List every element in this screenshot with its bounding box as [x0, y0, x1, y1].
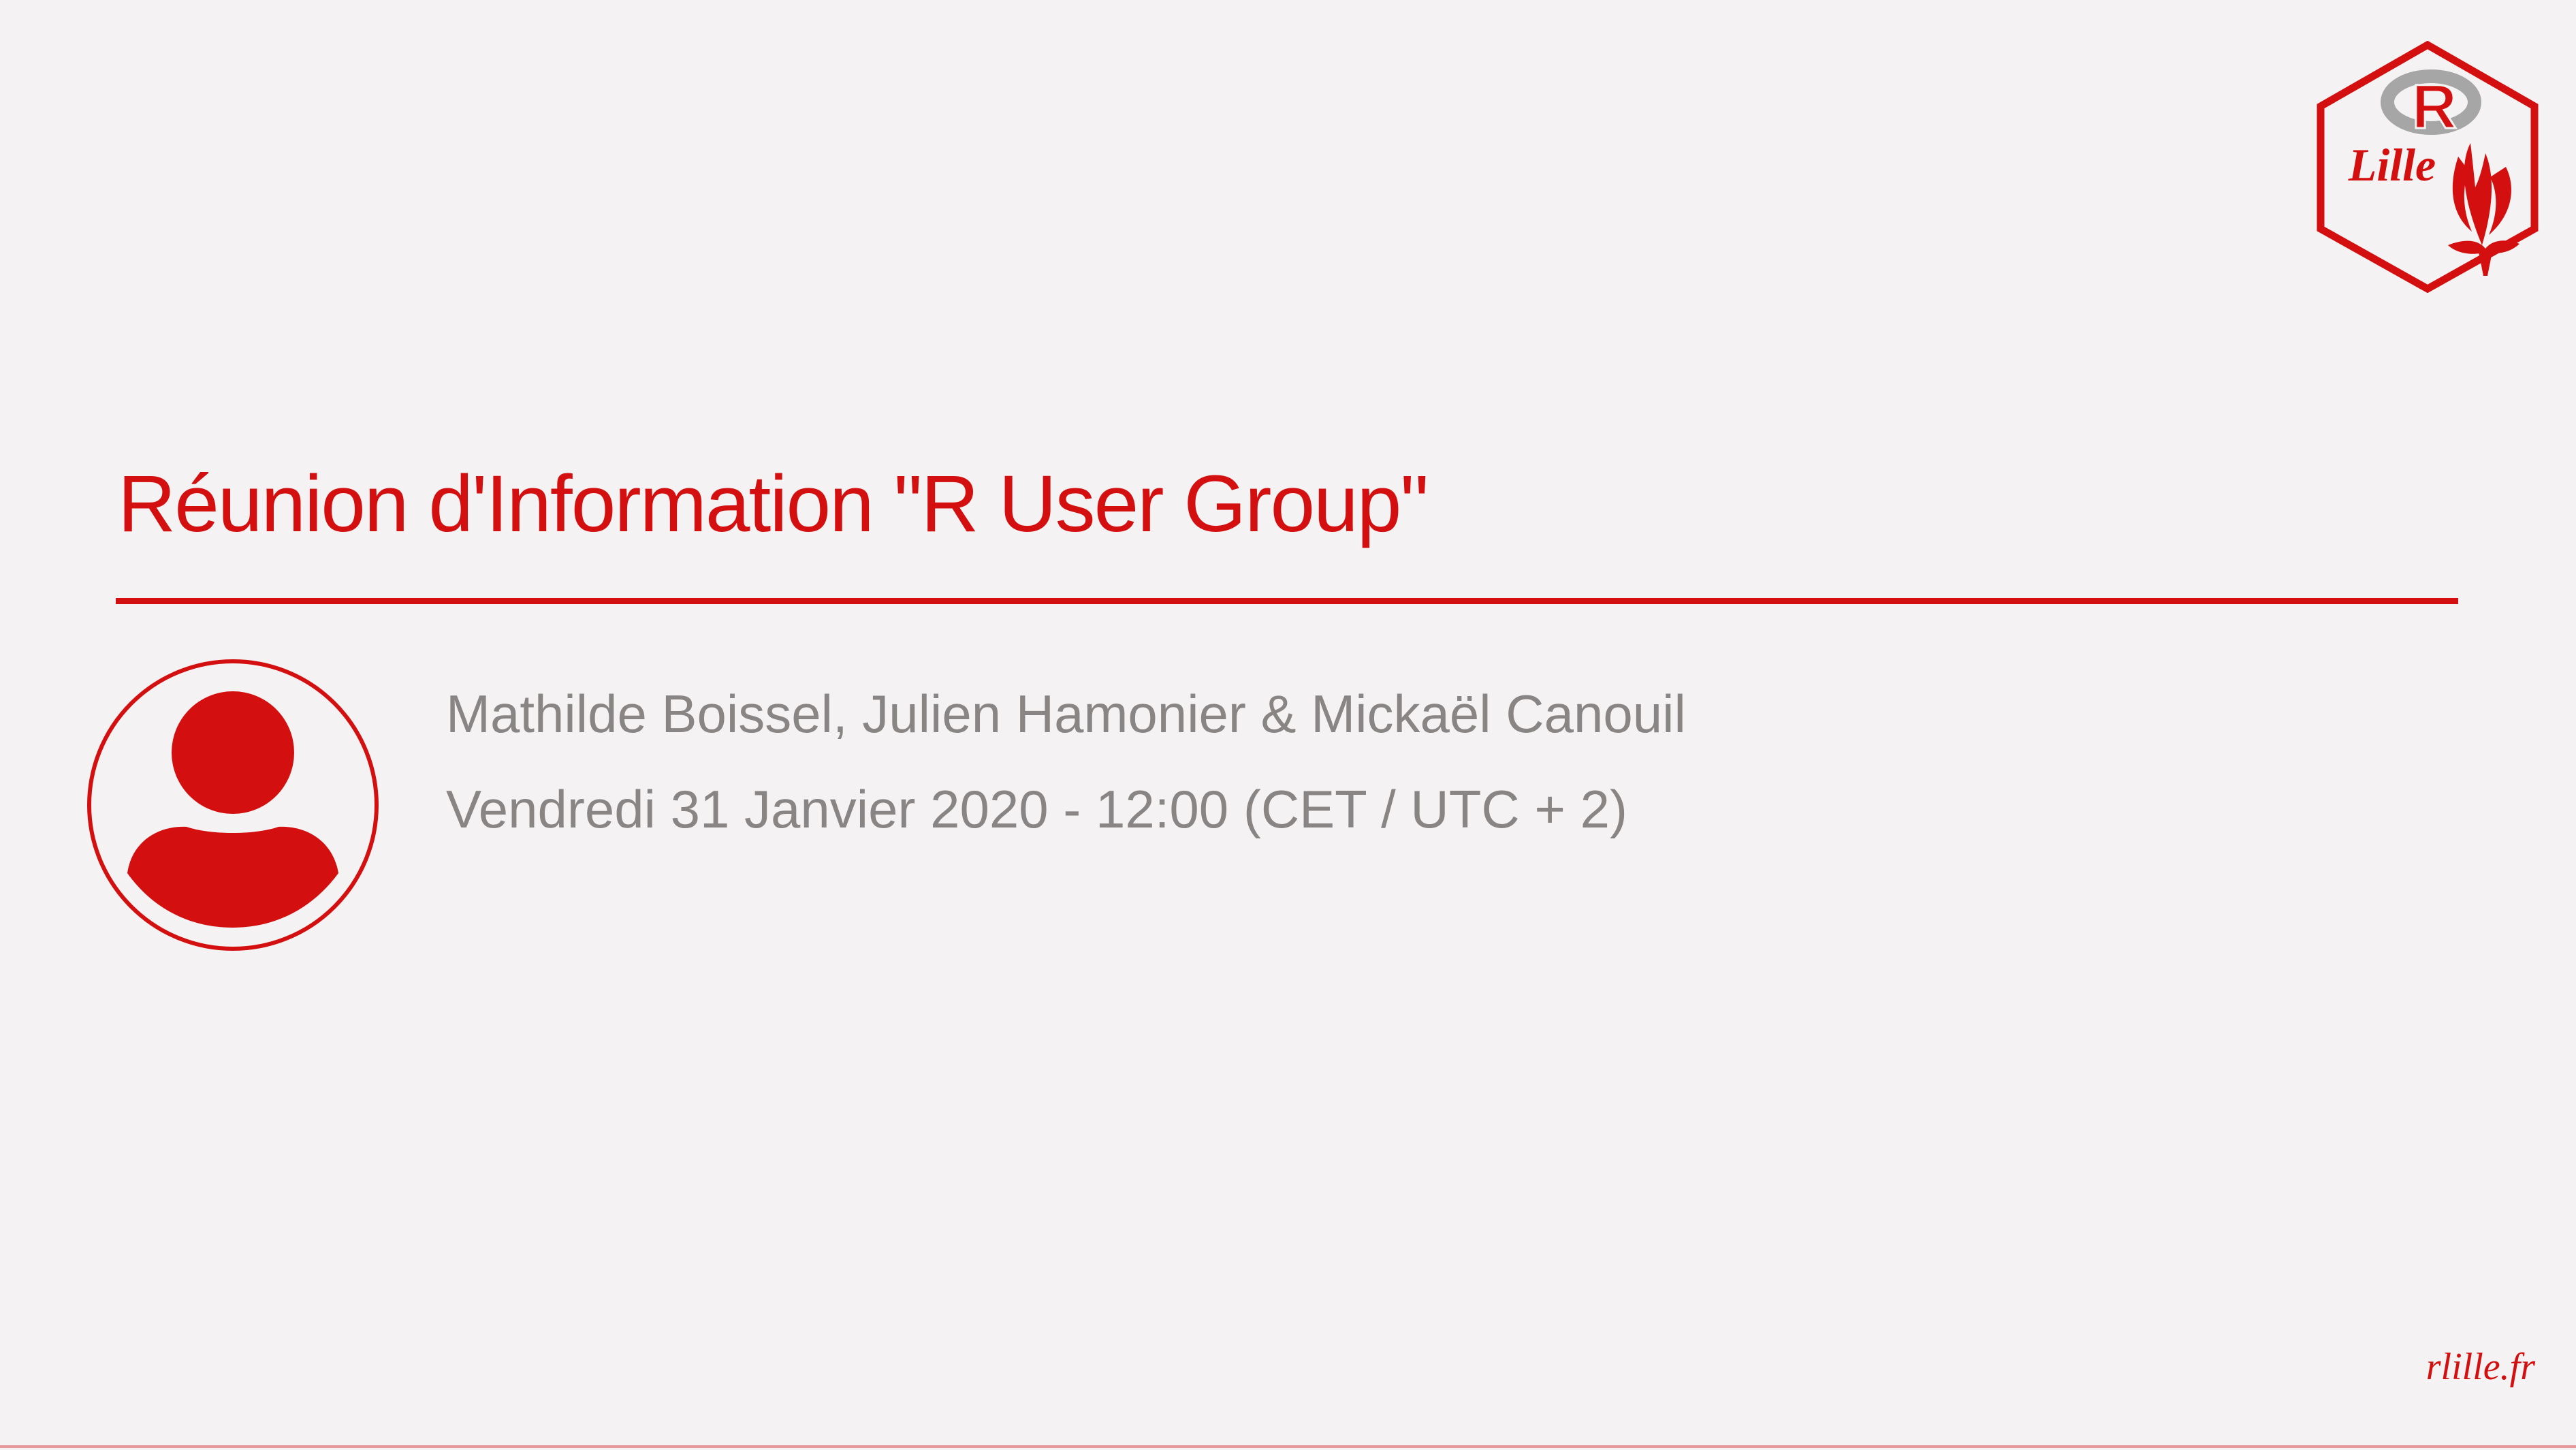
- presentation-info: Mathilde Boissel, Julien Hamonier & Mick…: [446, 666, 1686, 857]
- website-link[interactable]: rlille.fr: [2426, 1345, 2535, 1389]
- authors: Mathilde Boissel, Julien Hamonier & Mick…: [446, 684, 1686, 744]
- user-avatar-icon: [87, 659, 379, 951]
- bottom-border: [0, 1445, 2576, 1448]
- event-date: Vendredi 31 Janvier 2020 - 12:00 (CET / …: [446, 779, 1627, 839]
- title-divider: [116, 598, 2458, 604]
- slide: R Lille Réunion d'Information "R User Gr…: [0, 0, 2576, 1450]
- svg-text:R: R: [2412, 72, 2457, 142]
- slide-title: Réunion d'Information "R User Group": [118, 459, 1429, 549]
- r-lille-logo-icon: R Lille: [2317, 41, 2539, 293]
- svg-text:Lille: Lille: [2348, 139, 2436, 191]
